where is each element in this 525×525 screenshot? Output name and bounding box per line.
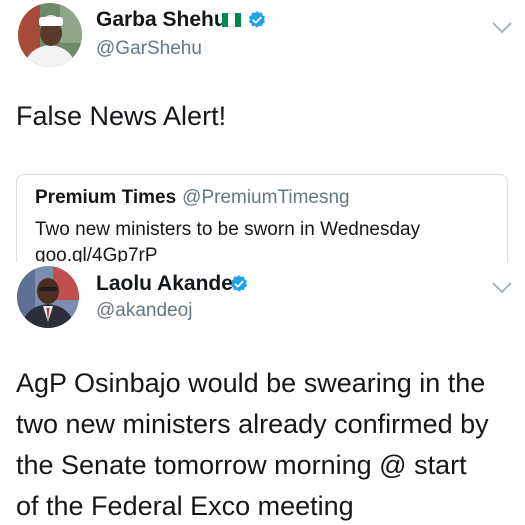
author-handle[interactable]: @akandeoj: [96, 300, 192, 322]
screenshot: Garba Shehu @GarShehu False News Alert! …: [0, 0, 525, 525]
tweet-text-line: two new ministers already confirmed by: [16, 409, 489, 439]
quoted-author-name: Premium Times: [35, 187, 177, 208]
tweet-text-line: AgP Osinbajo would be swearing in the: [16, 368, 486, 398]
tweet-garba-shehu[interactable]: Garba Shehu @GarShehu False News Alert! …: [0, 0, 525, 284]
tweet-laolu-akande[interactable]: Laolu Akande @akandeoj AgP Osinbajo woul…: [0, 262, 525, 525]
verified-badge-icon: [231, 275, 247, 292]
chevron-down-icon[interactable]: [491, 281, 513, 295]
author-handle[interactable]: @GarShehu: [96, 38, 202, 60]
tweet-text-line: the Senate tomorrow morning @ start: [16, 450, 467, 480]
author-name[interactable]: Laolu Akande: [96, 272, 233, 296]
quoted-author-handle: @PremiumTimesng: [182, 187, 350, 208]
verified-badge-icon: [249, 11, 265, 28]
author-name[interactable]: Garba Shehu: [96, 8, 227, 32]
quoted-tweet-header: Premium Times @PremiumTimesng: [35, 187, 350, 209]
tweet-text: AgP Osinbajo would be swearing in the tw…: [16, 363, 516, 525]
avatar[interactable]: [17, 266, 79, 328]
tweet-text: False News Alert!: [16, 101, 227, 131]
nigeria-flag-icon: [222, 13, 241, 27]
chevron-down-icon[interactable]: [491, 21, 513, 35]
avatar[interactable]: [18, 3, 82, 67]
quoted-tweet-text: Two new ministers to be sworn in Wednesd…: [35, 219, 421, 240]
tweet-text-line: of the Federal Exco meeting: [16, 491, 354, 521]
